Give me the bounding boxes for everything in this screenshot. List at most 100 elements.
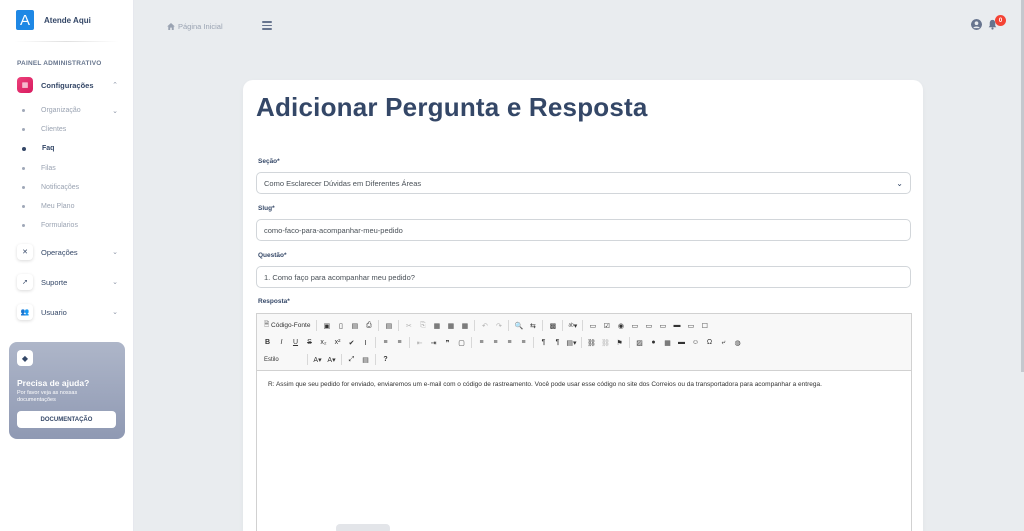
underline-icon[interactable]: U: [290, 336, 301, 349]
strike-icon[interactable]: S: [304, 336, 315, 349]
questao-input[interactable]: 1. Como faço para acompanhar meu pedido?: [256, 266, 911, 288]
documentation-button[interactable]: DOCUMENTAÇÃO: [17, 411, 116, 428]
language-icon[interactable]: ▤▾: [566, 336, 577, 349]
div-icon[interactable]: ▢: [456, 336, 467, 349]
paste-word-icon[interactable]: ▦: [459, 319, 470, 332]
chevron-up-icon: ⌃: [112, 82, 118, 89]
special-char-icon[interactable]: Ω: [704, 336, 715, 349]
sidebar-item-configuracoes[interactable]: ▦ Configurações ⌃: [0, 74, 133, 96]
cut-icon[interactable]: ✂: [403, 319, 414, 332]
style-combo[interactable]: Estilo: [262, 354, 302, 366]
save-icon[interactable]: ▣: [321, 319, 332, 332]
maximize-icon[interactable]: ⤢: [346, 353, 357, 366]
smiley-icon[interactable]: ☺: [690, 336, 701, 349]
breadcrumb-label: Página Inicial: [178, 22, 223, 31]
numbered-list-icon[interactable]: ≡: [380, 336, 391, 349]
copy-format-icon[interactable]: ✔: [346, 336, 357, 349]
preview-icon[interactable]: ▤: [349, 319, 360, 332]
bold-icon[interactable]: B: [262, 336, 273, 349]
checkbox-icon[interactable]: ☑: [601, 319, 612, 332]
sidebar-subitem-meu-plano[interactable]: Meu Plano: [0, 197, 133, 216]
redo-icon[interactable]: ↷: [493, 319, 504, 332]
select-field-icon[interactable]: ▭: [657, 319, 668, 332]
blockquote-icon[interactable]: ❞: [442, 336, 453, 349]
rocket-icon: ➚: [17, 274, 33, 291]
resize-handle[interactable]: [336, 524, 390, 531]
secao-select[interactable]: Como Esclarecer Dúvidas em Diferentes Ár…: [256, 172, 911, 194]
brand[interactable]: A Atende Aqui: [0, 0, 133, 40]
sidebar-item-operacoes[interactable]: ✕ Operações ⌄: [0, 241, 133, 263]
link-icon[interactable]: ⛓: [586, 336, 597, 349]
sidebar-item-usuario[interactable]: 👥 Usuario ⌄: [0, 301, 133, 323]
sidebar-subitem-label: Filas: [41, 164, 56, 172]
hidden-field-icon[interactable]: ☐: [699, 319, 710, 332]
image-button-icon[interactable]: ▭: [685, 319, 696, 332]
select-all-icon[interactable]: ▩: [547, 319, 558, 332]
flash-icon[interactable]: ●: [648, 336, 659, 349]
textfield-icon[interactable]: ▭: [629, 319, 640, 332]
bullet-icon: [22, 109, 25, 113]
horizontal-line-icon[interactable]: ▬: [676, 336, 687, 349]
indent-icon[interactable]: ⇥: [428, 336, 439, 349]
align-right-icon[interactable]: ≡: [504, 336, 515, 349]
align-justify-icon[interactable]: ≡: [518, 336, 529, 349]
spellcheck-icon[interactable]: ᵃᵇ▾: [567, 319, 578, 332]
remove-format-icon[interactable]: Ⅰ: [360, 336, 371, 349]
editor-content[interactable]: R: Assim que seu pedido for enviado, env…: [257, 371, 911, 398]
superscript-icon[interactable]: x²: [332, 336, 343, 349]
slug-input[interactable]: como-faco-para-acompanhar-meu-pedido: [256, 219, 911, 241]
editor-toolbar: 🗎 Código-Fonte ▣ ▯ ▤ ⎙ ▤ ✂ ⎘ ▦ ▦ ▦ ↶ ↷ 🔍: [257, 314, 911, 371]
radio-icon[interactable]: ◉: [615, 319, 626, 332]
bg-color-icon[interactable]: A▾: [326, 353, 337, 366]
breadcrumb[interactable]: Página Inicial: [167, 22, 223, 31]
menu-toggle-icon[interactable]: [262, 21, 272, 32]
brand-name: Atende Aqui: [44, 15, 91, 25]
anchor-icon[interactable]: ⚑: [614, 336, 625, 349]
textarea-icon[interactable]: ▭: [643, 319, 654, 332]
italic-icon[interactable]: I: [276, 336, 287, 349]
templates-icon[interactable]: ▤: [383, 319, 394, 332]
help-icon[interactable]: ?: [380, 353, 391, 366]
ltr-icon[interactable]: ¶: [538, 336, 549, 349]
page-break-icon[interactable]: ⤶: [718, 336, 729, 349]
sidebar-subitem-filas[interactable]: Filas: [0, 159, 133, 178]
users-icon: 👥: [17, 304, 33, 321]
sidebar-subitem-organizacao[interactable]: Organização ⌄: [0, 101, 133, 120]
replace-icon[interactable]: ⇆: [527, 319, 538, 332]
button-field-icon[interactable]: ▬: [671, 319, 682, 332]
sidebar-subitem-faq[interactable]: Faq: [0, 139, 133, 158]
table-icon[interactable]: ▦: [662, 336, 673, 349]
sidebar-subitem-formularios[interactable]: Formularios: [0, 216, 133, 235]
sidebar-item-label: Suporte: [41, 277, 68, 287]
find-icon[interactable]: 🔍: [513, 319, 524, 332]
rtl-icon[interactable]: ¶: [552, 336, 563, 349]
sidebar-item-suporte[interactable]: ➚ Suporte ⌄: [0, 271, 133, 293]
bullet-icon: [22, 166, 25, 170]
print-icon[interactable]: ⎙: [363, 319, 374, 332]
sidebar-subitem-label: Formularios: [41, 222, 78, 230]
undo-icon[interactable]: ↶: [479, 319, 490, 332]
iframe-icon[interactable]: ◍: [732, 336, 743, 349]
outdent-icon[interactable]: ⇤: [414, 336, 425, 349]
copy-icon[interactable]: ⎘: [417, 319, 428, 332]
align-left-icon[interactable]: ≡: [476, 336, 487, 349]
paste-text-icon[interactable]: ▦: [445, 319, 456, 332]
secao-value: Como Esclarecer Dúvidas em Diferentes Ár…: [264, 178, 422, 188]
form-icon[interactable]: ▭: [587, 319, 598, 332]
subscript-icon[interactable]: x₂: [318, 336, 329, 349]
bullet-icon: [22, 185, 25, 189]
paste-icon[interactable]: ▦: [431, 319, 442, 332]
image-icon[interactable]: ▨: [634, 336, 645, 349]
text-color-icon[interactable]: A▾: [312, 353, 323, 366]
align-center-icon[interactable]: ≡: [490, 336, 501, 349]
new-page-icon[interactable]: ▯: [335, 319, 346, 332]
account-icon[interactable]: [971, 19, 982, 30]
bulleted-list-icon[interactable]: ≡: [394, 336, 405, 349]
sidebar-subitem-clientes[interactable]: Clientes: [0, 120, 133, 139]
sidebar-subitem-label: Faq: [42, 145, 55, 153]
show-blocks-icon[interactable]: ▤: [360, 353, 371, 366]
sidebar-subitem-notificacoes[interactable]: Notificações: [0, 178, 133, 197]
unlink-icon[interactable]: ⛓: [600, 336, 611, 349]
help-title: Precisa de ajuda?: [17, 378, 90, 388]
source-button[interactable]: 🗎 Código-Fonte: [262, 319, 312, 332]
